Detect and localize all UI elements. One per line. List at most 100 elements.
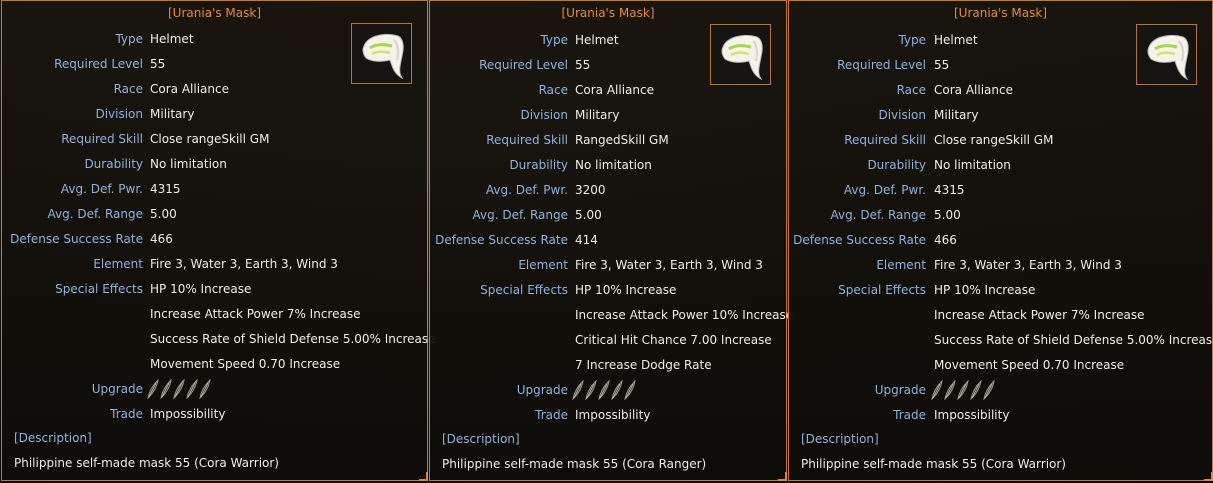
trade-row: Trade Impossibility: [789, 407, 1213, 423]
trade-label: Trade: [535, 408, 568, 422]
stat-value: No limitation: [150, 157, 227, 171]
stat-row: Avg. Def. Range 5.00: [2, 206, 429, 222]
stat-value: Helmet: [150, 32, 194, 46]
feather-icon: [597, 380, 611, 400]
stat-value: Military: [150, 107, 195, 121]
stat-value: Increase Attack Power 7% Increase: [934, 308, 1145, 322]
stat-row: Race Cora Alliance: [2, 81, 429, 97]
stat-row: Special Effects HP 10% Increase: [2, 281, 429, 297]
stat-label: Required Skill: [61, 132, 143, 146]
stat-row: Avg. Def. Pwr. 3200: [430, 182, 788, 198]
description-text: Philippine self-made mask 55 (Cora Range…: [442, 457, 707, 471]
upgrade-label: Upgrade: [91, 382, 143, 396]
feather-icon: [146, 379, 160, 399]
stat-value: Success Rate of Shield Defense 5.00% Inc…: [934, 333, 1213, 347]
stat-value: Fire 3, Water 3, Earth 3, Wind 3: [150, 257, 338, 271]
stat-row: Defense Success Rate 414: [430, 232, 788, 248]
stat-value: 466: [150, 232, 173, 246]
stat-row: Avg. Def. Pwr. 4315: [2, 181, 429, 197]
feather-icon: [584, 380, 598, 400]
stat-label: Required Level: [54, 57, 143, 71]
stat-label: Avg. Def. Range: [47, 207, 144, 221]
stat-label: Special Effects: [838, 283, 926, 297]
upgrade-row: Upgrade: [430, 380, 788, 400]
stat-value: RangedSkill GM: [575, 133, 669, 147]
item-tooltip-panel: [Urania's Mask] Type Helmet Required Level 5…: [1, 0, 436, 481]
stat-row: Durability No limitation: [430, 157, 788, 173]
stat-row: Element Fire 3, Water 3, Earth 3, Wind 3: [430, 257, 788, 273]
feather-icon: [198, 379, 212, 399]
stat-label: Division: [520, 108, 568, 122]
stat-value: 5.00: [150, 207, 177, 221]
stat-row: Critical Hit Chance 7.00 Increase: [430, 332, 788, 348]
stat-label: Durability: [84, 157, 143, 171]
stat-row: Required Level 55: [430, 57, 788, 73]
feather-icon: [930, 380, 944, 400]
stat-label: Defense Success Rate: [10, 232, 143, 246]
item-tooltip-panel: [Urania's Mask] Type Helmet Required Level 5…: [429, 0, 793, 481]
stat-row: Division Military: [2, 106, 429, 122]
stat-row: Required Skill Close rangeSkill GM: [789, 132, 1213, 148]
stat-value: No limitation: [934, 158, 1011, 172]
trade-value: Impossibility: [934, 408, 1010, 422]
stat-row: Race Cora Alliance: [789, 82, 1213, 98]
stat-row: Division Military: [430, 107, 788, 123]
stat-row: Avg. Def. Pwr. 4315: [789, 182, 1213, 198]
trade-label: Trade: [110, 407, 143, 421]
stat-value: 7 Increase Dodge Rate: [575, 358, 712, 372]
stat-row: Durability No limitation: [2, 156, 429, 172]
stat-label: Special Effects: [480, 283, 568, 297]
stat-row: Type Helmet: [789, 32, 1213, 48]
stat-label: Avg. Def. Range: [472, 208, 569, 222]
stat-row: Increase Attack Power 10% Increase: [430, 307, 793, 323]
stat-value: Movement Speed 0.70 Increase: [150, 357, 341, 371]
stat-value: Cora Alliance: [150, 82, 229, 96]
stat-value: No limitation: [575, 158, 652, 172]
trade-row: Trade Impossibility: [2, 406, 429, 422]
stat-value: 414: [575, 233, 598, 247]
stat-label: Type: [115, 32, 143, 46]
stat-label: Defense Success Rate: [435, 233, 568, 247]
stat-label: Division: [878, 108, 926, 122]
stat-label: Special Effects: [55, 282, 143, 296]
feather-icon: [185, 379, 199, 399]
stat-value: HP 10% Increase: [150, 282, 252, 296]
stat-label: Race: [896, 83, 926, 97]
stat-row: Element Fire 3, Water 3, Earth 3, Wind 3: [2, 256, 429, 272]
stat-row: Durability No limitation: [789, 157, 1213, 173]
stat-label: Defense Success Rate: [793, 233, 926, 247]
stat-row: Special Effects HP 10% Increase: [789, 282, 1213, 298]
stat-value: HP 10% Increase: [934, 283, 1036, 297]
stat-row: Required Skill Close rangeSkill GM: [2, 131, 429, 147]
feather-icon: [610, 380, 624, 400]
feather-icon: [159, 379, 173, 399]
trade-row: Trade Impossibility: [430, 407, 788, 423]
stat-row: Element Fire 3, Water 3, Earth 3, Wind 3: [789, 257, 1213, 273]
stat-value: Military: [575, 108, 620, 122]
feather-icon: [623, 380, 637, 400]
item-title: [Urania's Mask]: [954, 6, 1047, 20]
stat-row: Type Helmet: [2, 31, 429, 47]
stat-value: 466: [934, 233, 957, 247]
trade-value: Impossibility: [150, 407, 226, 421]
stat-row: Defense Success Rate 466: [2, 231, 429, 247]
stat-value: Success Rate of Shield Defense 5.00% Inc…: [150, 332, 436, 346]
stat-row: Defense Success Rate 466: [789, 232, 1213, 248]
stat-value: Close rangeSkill GM: [150, 132, 270, 146]
trade-label: Trade: [893, 408, 926, 422]
description-header: [Description]: [14, 431, 92, 445]
feather-icon: [969, 380, 983, 400]
stat-value: Increase Attack Power 7% Increase: [150, 307, 361, 321]
stat-label: Required Level: [479, 58, 568, 72]
stat-value: 55: [575, 58, 591, 72]
description-header: [Description]: [442, 432, 520, 446]
stat-row: Special Effects HP 10% Increase: [430, 282, 788, 298]
stat-label: Element: [518, 258, 568, 272]
description-header: [Description]: [801, 432, 879, 446]
stat-label: Durability: [867, 158, 926, 172]
stat-row: Movement Speed 0.70 Increase: [2, 356, 429, 372]
stat-label: Race: [538, 83, 568, 97]
stat-value: HP 10% Increase: [575, 283, 677, 297]
stat-label: Avg. Def. Range: [830, 208, 927, 222]
stat-row: Division Military: [789, 107, 1213, 123]
